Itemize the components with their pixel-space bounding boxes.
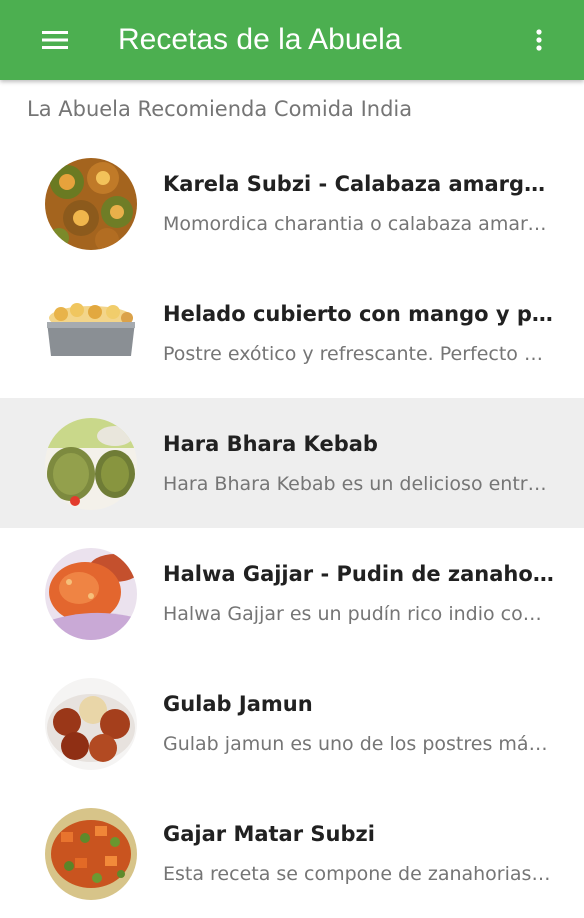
list-item[interactable]: Gajar Matar Subzi Esta receta se compone… — [0, 788, 584, 918]
list-item[interactable]: Hara Bhara Kebab Hara Bhara Kebab es un … — [0, 398, 584, 528]
overflow-menu-button[interactable] — [530, 20, 548, 60]
recipe-title: Gulab Jamun — [163, 692, 313, 716]
section-header: La Abuela Recomienda Comida India — [27, 97, 413, 121]
recipe-subtitle: Halwa Gajjar es un pudín rico indio con … — [163, 603, 553, 625]
gulab-jamun-image — [45, 678, 137, 770]
list-item[interactable]: Karela Subzi - Calabaza amarga a la indi… — [0, 138, 584, 268]
halwa-gajjar-image — [45, 548, 137, 640]
recipe-subtitle: Esta receta se compone de zanahorias y g… — [163, 863, 553, 885]
list-item[interactable]: Gulab Jamun Gulab jamun es uno de los po… — [0, 658, 584, 788]
hara-bhara-kebab-image — [45, 418, 137, 510]
recipe-subtitle: Postre exótico y refrescante. Perfecto p… — [163, 343, 553, 365]
recipe-subtitle: Momordica charantia o calabaza amarga es… — [163, 213, 553, 235]
list-item[interactable]: Halwa Gajjar - Pudin de zanahoria Halwa … — [0, 528, 584, 658]
app-title: Recetas de la Abuela — [118, 23, 402, 56]
list-item[interactable]: Helado cubierto con mango y pistachos Po… — [0, 268, 584, 398]
recipe-title: Karela Subzi - Calabaza amarga a la indi… — [163, 172, 558, 196]
recipe-title: Gajar Matar Subzi — [163, 822, 375, 846]
recipe-subtitle: Hara Bhara Kebab es un delicioso entrant… — [163, 473, 553, 495]
app-bar: Recetas de la Abuela — [0, 0, 584, 80]
recipe-list: Karela Subzi - Calabaza amarga a la indi… — [0, 138, 584, 918]
mango-ice-cream-image — [45, 288, 137, 380]
karela-subzi-image — [45, 158, 137, 250]
menu-button[interactable] — [28, 16, 84, 64]
recipe-subtitle: Gulab jamun es uno de los postres más po… — [163, 733, 553, 755]
recipe-title: Halwa Gajjar - Pudin de zanahoria — [163, 562, 558, 586]
gajar-matar-subzi-image — [45, 808, 137, 900]
recipe-title: Hara Bhara Kebab — [163, 432, 378, 456]
recipe-title: Helado cubierto con mango y pistachos — [163, 302, 558, 326]
hamburger-menu-icon — [42, 31, 68, 49]
more-vertical-icon — [536, 29, 542, 51]
